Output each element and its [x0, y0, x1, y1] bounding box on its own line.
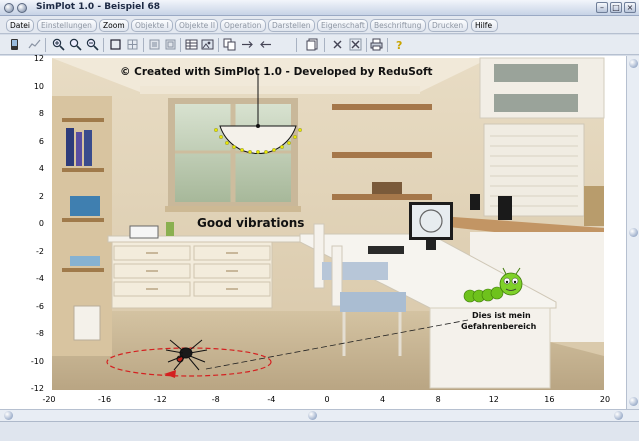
y-tick-label: -6: [36, 301, 44, 311]
annotation-line-1: Dies ist mein: [472, 311, 531, 320]
x-tick-label: 4: [380, 395, 386, 404]
svg-text:?: ?: [396, 39, 402, 51]
y-tick-label: 6: [38, 136, 44, 146]
menu-hilfe[interactable]: Hilfe: [471, 19, 498, 32]
scroll-up-button[interactable]: [629, 59, 638, 68]
y-tick-label: 10: [33, 81, 44, 91]
horizontal-scrollbar[interactable]: [0, 409, 639, 421]
title-bar: SimPlot 1.0 - Beispiel 68 – □ ×: [0, 0, 639, 16]
y-tick-label: -8: [36, 329, 44, 338]
x-tick-label: 16: [544, 395, 555, 404]
scroll-thumb[interactable]: [629, 228, 638, 237]
pages-icon[interactable]: [306, 38, 319, 51]
menu-bar: Datei Einstellungen Zoom Objekte I Objek…: [0, 16, 639, 34]
x-tick-label: -20: [42, 395, 56, 404]
window-title: SimPlot 1.0 - Beispiel 68: [36, 2, 160, 12]
x-tick-label: -16: [98, 395, 112, 404]
y-tick-label: -2: [36, 246, 44, 256]
arrow-right-icon[interactable]: [241, 38, 254, 51]
overlay-layer: [106, 74, 523, 378]
device-icon[interactable]: [8, 38, 21, 51]
menu-drucken[interactable]: Drucken: [428, 19, 468, 32]
minimize-button[interactable]: –: [596, 2, 608, 13]
zoom-in-icon[interactable]: [52, 38, 65, 51]
x-tick-label: -12: [153, 395, 167, 404]
y-tick-label: -4: [36, 274, 44, 283]
select-all-icon[interactable]: [164, 38, 177, 51]
help-icon[interactable]: ?: [393, 38, 406, 51]
menu-operation[interactable]: Operation: [220, 19, 266, 32]
y-tick-label: -10: [30, 356, 44, 366]
menu-eigenschaft[interactable]: Eigenschaft: [317, 19, 368, 32]
zoom-out-icon[interactable]: [86, 38, 99, 51]
table-icon[interactable]: [185, 38, 198, 51]
menu-darstellen[interactable]: Darstellen: [268, 19, 315, 32]
annotation-line-2: Gefahrenbereich: [461, 322, 537, 331]
spider-shape[interactable]: [165, 339, 208, 371]
frame-icon[interactable]: [109, 38, 122, 51]
pointer-line: [205, 319, 469, 370]
clear-icon[interactable]: [349, 38, 362, 51]
scroll-left-button[interactable]: [4, 411, 13, 420]
caterpillar-shape[interactable]: [463, 267, 523, 303]
status-bar: [0, 421, 639, 441]
y-tick-label: 4: [38, 164, 44, 173]
x-tick-label: 0: [324, 395, 330, 404]
select-icon[interactable]: [148, 38, 161, 51]
x-tick-label: -4: [267, 395, 276, 404]
x-tick-label: 12: [488, 395, 499, 404]
hscroll-thumb[interactable]: [308, 411, 317, 420]
x-tick-label: 8: [435, 395, 441, 404]
menu-zoom[interactable]: Zoom: [99, 19, 129, 32]
window-pin-icon[interactable]: [17, 3, 27, 13]
menu-einstellungen[interactable]: Einstellungen: [37, 19, 97, 32]
x-tick-label: -8: [211, 395, 220, 404]
copy-icon[interactable]: [223, 38, 236, 51]
chart-icon[interactable]: [28, 38, 41, 51]
scroll-right-button[interactable]: [614, 411, 623, 420]
close-button[interactable]: ×: [624, 2, 636, 13]
caption-text: Good vibrations: [197, 216, 305, 230]
y-tick-label: 0: [38, 219, 44, 228]
grid-icon[interactable]: [126, 38, 139, 51]
print-icon[interactable]: [370, 38, 383, 51]
arrow-left-icon[interactable]: [259, 38, 272, 51]
menu-datei[interactable]: Datei: [6, 19, 34, 32]
image-icon[interactable]: [201, 38, 214, 51]
plot-area[interactable]: © Created with SimPlot 1.0 - Developed b…: [0, 54, 626, 409]
menu-objekte-2[interactable]: Objekte II: [175, 19, 218, 32]
y-tick-label: 12: [33, 54, 44, 63]
menu-objekte-1[interactable]: Objekte I: [131, 19, 173, 32]
y-tick-label: 2: [38, 191, 44, 201]
y-tick-label: -12: [30, 384, 44, 393]
delete-icon[interactable]: [331, 38, 344, 51]
menu-beschriftung[interactable]: Beschriftung: [370, 19, 426, 32]
maximize-button[interactable]: □: [610, 2, 622, 13]
y-tick-label: 8: [38, 109, 44, 118]
zoom-reset-icon[interactable]: [69, 38, 82, 51]
pendulum-shape[interactable]: [214, 74, 302, 155]
scroll-down-button[interactable]: [629, 397, 638, 406]
vertical-scrollbar[interactable]: [626, 56, 639, 409]
x-tick-label: 20: [599, 395, 611, 404]
copyright-text: © Created with SimPlot 1.0 - Developed b…: [120, 66, 433, 78]
window-menu-icon[interactable]: [4, 3, 14, 13]
toolbar: ?: [0, 35, 639, 55]
